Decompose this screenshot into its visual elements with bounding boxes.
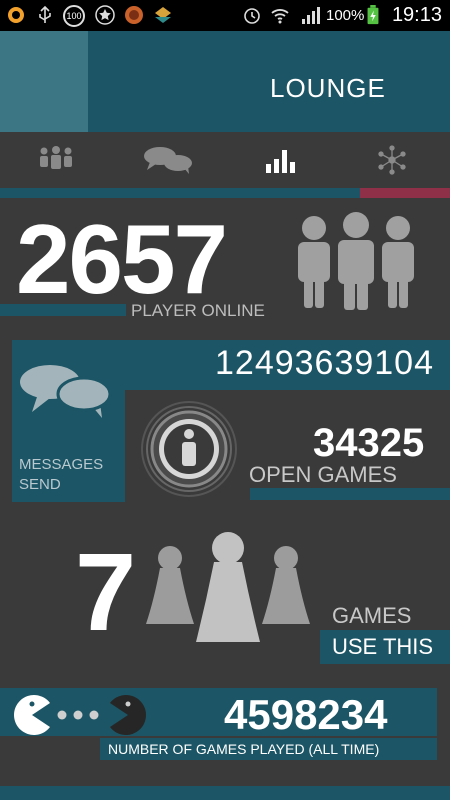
games-played-count: 4598234 [224, 691, 388, 738]
open-games-label: OPEN GAMES [249, 462, 397, 487]
players-accent-bar [0, 304, 126, 316]
battery-percent: 100% [326, 7, 365, 24]
games-label: GAMES [332, 603, 412, 628]
open-games-icon [141, 401, 237, 497]
badge-100-icon: 100 [63, 5, 85, 27]
usb-icon [39, 5, 51, 23]
chat-bubbles-icon [20, 365, 112, 418]
messages-label-line2: SEND [19, 476, 61, 493]
network-icon [378, 145, 406, 175]
tab-players[interactable] [26, 140, 86, 180]
battery-charging-icon [367, 5, 379, 25]
tab-indicator-active [360, 188, 450, 198]
messages-count: 12493639104 [215, 344, 435, 382]
tab-messages[interactable] [138, 140, 198, 180]
messages-label: MESSAGES SEND [19, 455, 103, 495]
messages-label-line1: MESSAGES [19, 456, 104, 473]
wifi-icon [271, 9, 289, 24]
stats-icon [266, 150, 295, 173]
tab-statistics[interactable] [251, 140, 311, 180]
players-group-icon [298, 212, 414, 310]
status-bar: 100 100% 19:13 [0, 0, 450, 31]
game-pieces-icon [146, 532, 310, 642]
open-games-accent-bar [250, 488, 450, 500]
games-count: 7 [75, 531, 137, 654]
open-games-count: 34325 [313, 421, 425, 465]
app-icon-orange [8, 7, 24, 23]
alarm-icon [244, 8, 260, 24]
signal-icon [302, 7, 320, 24]
vlc-icon [125, 6, 143, 24]
players-online-count: 2657 [16, 204, 228, 314]
tab-indicator [0, 188, 360, 198]
header-bar [88, 31, 450, 132]
use-this-label: USE THIS [332, 634, 434, 659]
tab-network[interactable] [362, 140, 422, 180]
chat-icon [144, 147, 192, 174]
star-icon [95, 5, 115, 25]
header-accent-block [0, 31, 88, 132]
bottom-accent-bar [0, 786, 450, 800]
page-title: LOUNGE [270, 73, 386, 103]
group-icon [40, 146, 72, 169]
app-icon-teal [155, 7, 171, 23]
pacman-icon [14, 695, 146, 735]
clock: 19:13 [391, 4, 442, 26]
players-online-label: PLAYER ONLINE [131, 301, 265, 320]
games-played-label: NUMBER OF GAMES PLAYED (ALL TIME) [108, 741, 380, 757]
